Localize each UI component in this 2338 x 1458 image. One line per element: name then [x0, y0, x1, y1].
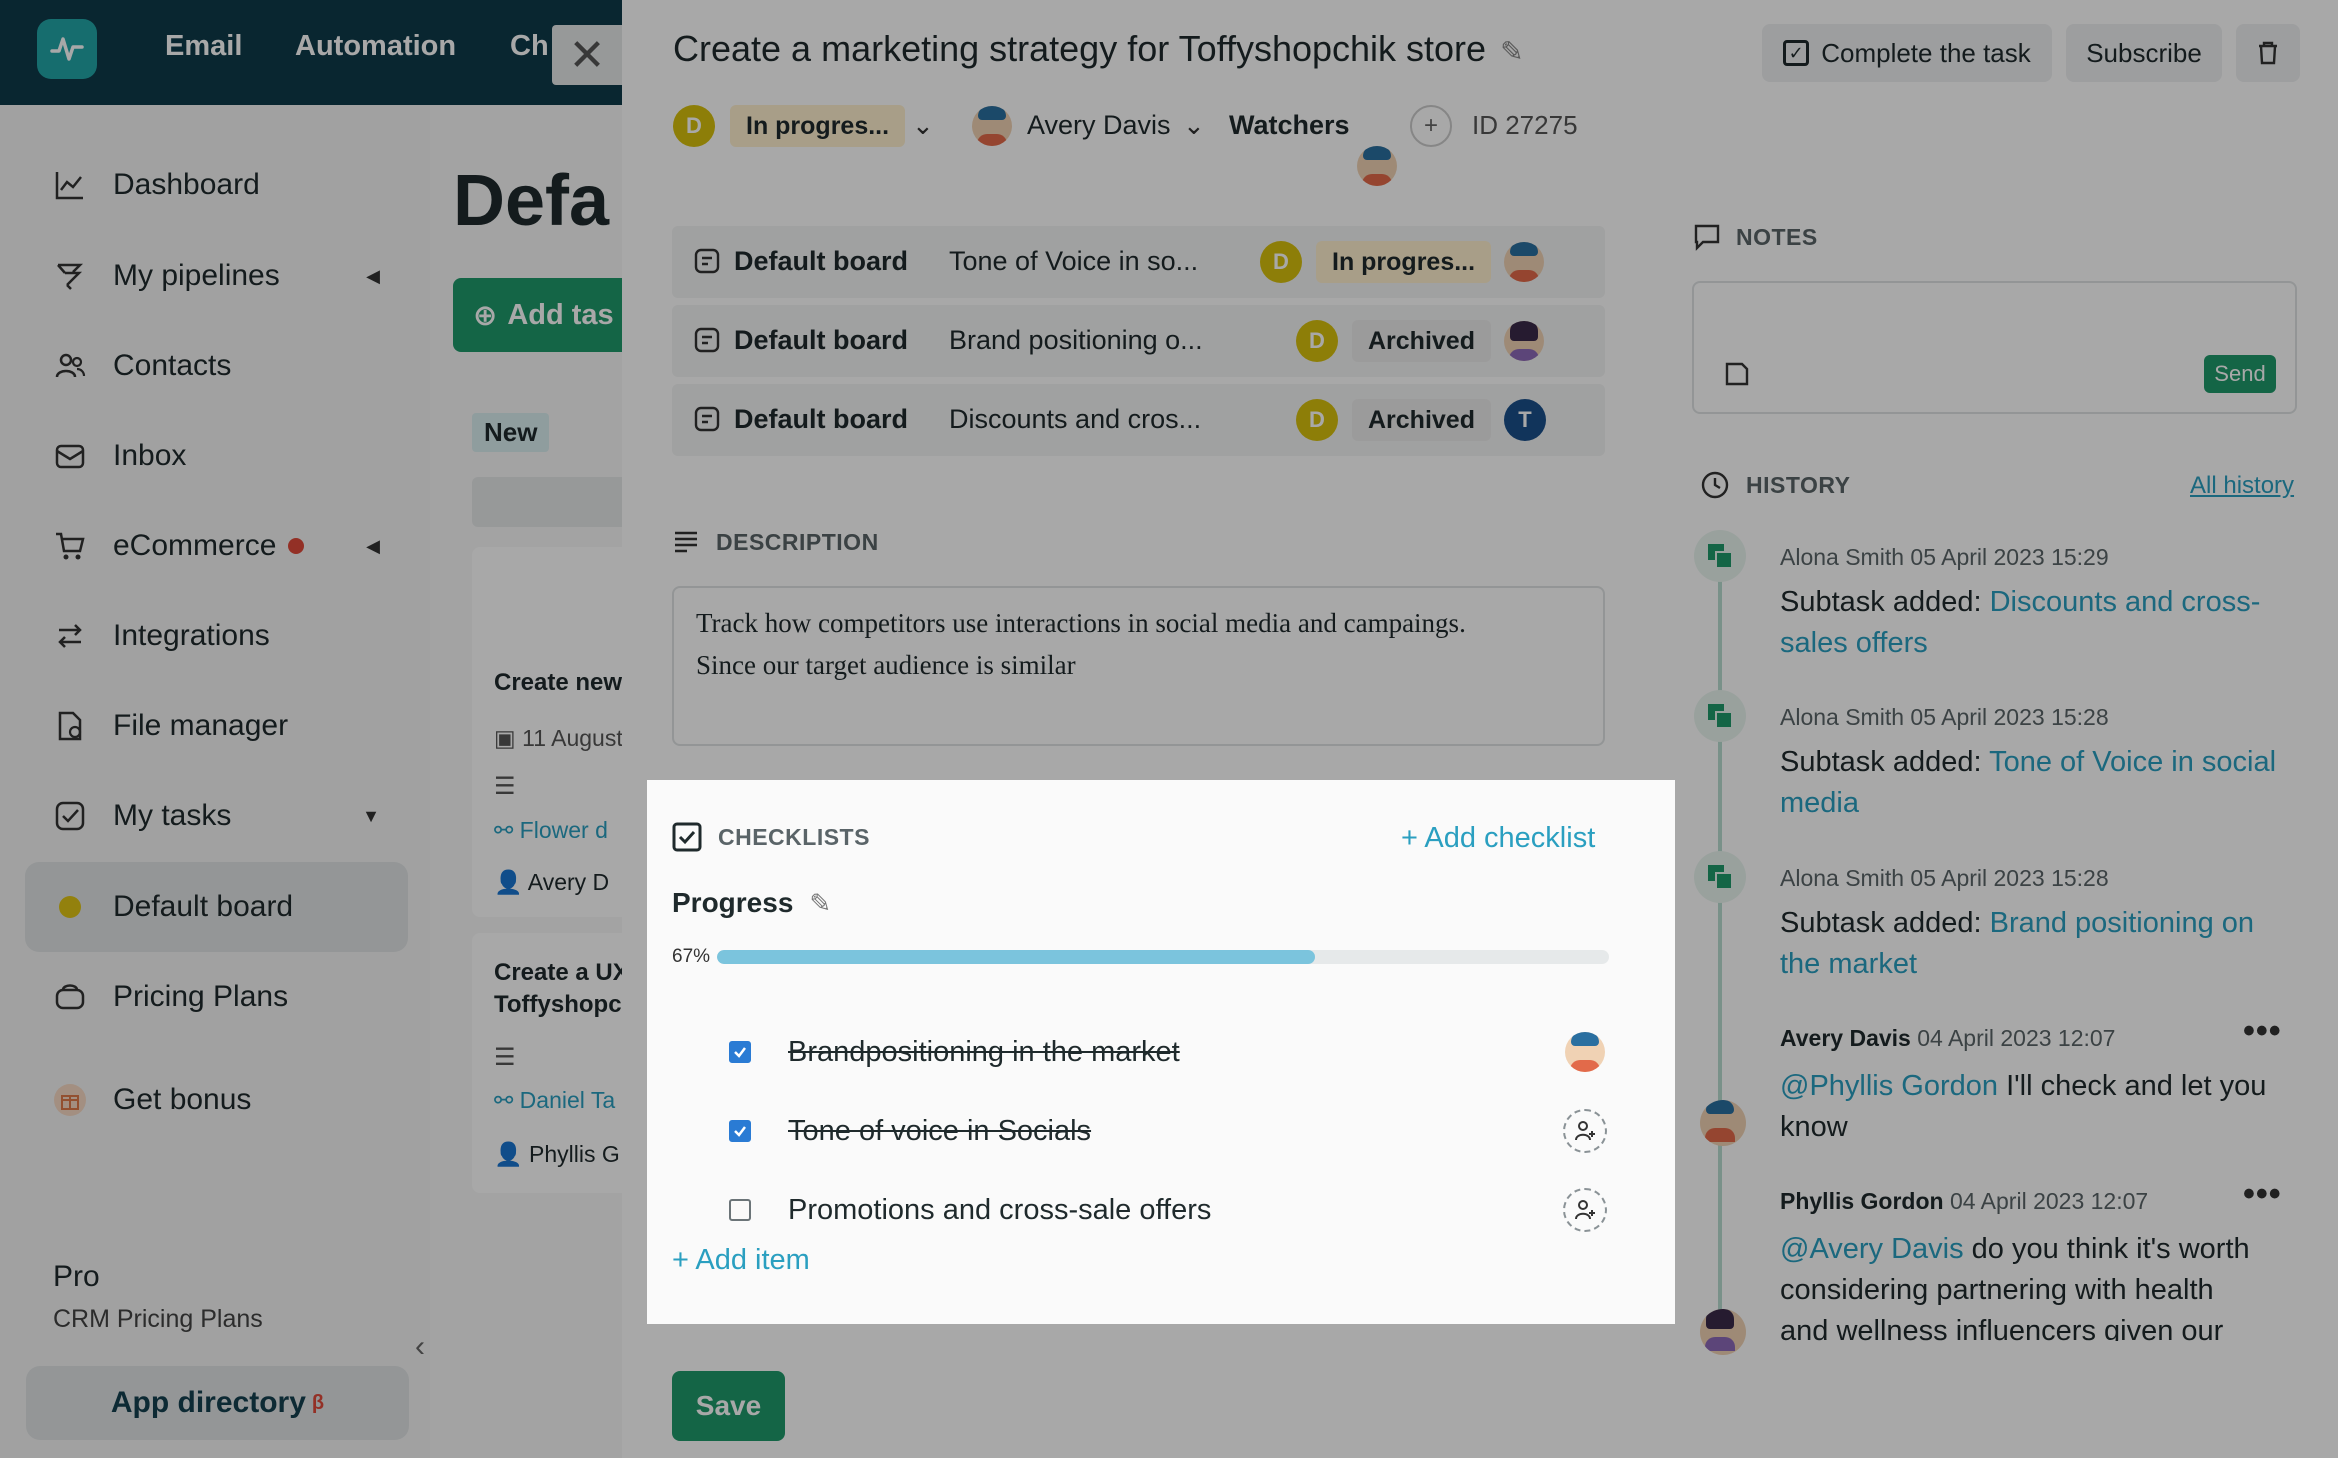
item-checkbox[interactable]: [729, 1120, 751, 1142]
add-user-icon: [1575, 1121, 1595, 1141]
add-user-icon: [1575, 1200, 1595, 1220]
checklist-item-text[interactable]: Brandpositioning in the market: [788, 1036, 1180, 1069]
checklist-item[interactable]: Brandpositioning in the market: [687, 1022, 1607, 1082]
item-checkbox[interactable]: [729, 1199, 751, 1221]
progress-bar: [717, 950, 1609, 964]
progress-bar-fill: [717, 950, 1315, 964]
checklists-header: CHECKLISTS: [672, 822, 870, 852]
assign-user-button[interactable]: [1563, 1188, 1607, 1232]
checklist-item-text[interactable]: Tone of voice in Socials: [788, 1115, 1091, 1148]
item-assignee-avatar[interactable]: [1565, 1032, 1605, 1072]
add-checklist-link[interactable]: + Add checklist: [1401, 822, 1595, 855]
checklist-item-text[interactable]: Promotions and cross-sale offers: [788, 1194, 1211, 1227]
checklist-title[interactable]: Progress ✎: [672, 887, 831, 919]
checklist-item[interactable]: Promotions and cross-sale offers: [687, 1180, 1607, 1240]
add-item-link[interactable]: + Add item: [672, 1244, 810, 1277]
checkbox-checked-icon: [672, 822, 702, 852]
checklists-section: CHECKLISTS + Add checklist Progress ✎ 67%…: [647, 780, 1675, 1324]
progress-percent: 67%: [672, 946, 711, 967]
item-checkbox[interactable]: [729, 1041, 751, 1063]
checklist-item[interactable]: Tone of voice in Socials: [687, 1101, 1607, 1161]
edit-pencil-icon[interactable]: ✎: [809, 888, 831, 918]
assign-user-button[interactable]: [1563, 1109, 1607, 1153]
